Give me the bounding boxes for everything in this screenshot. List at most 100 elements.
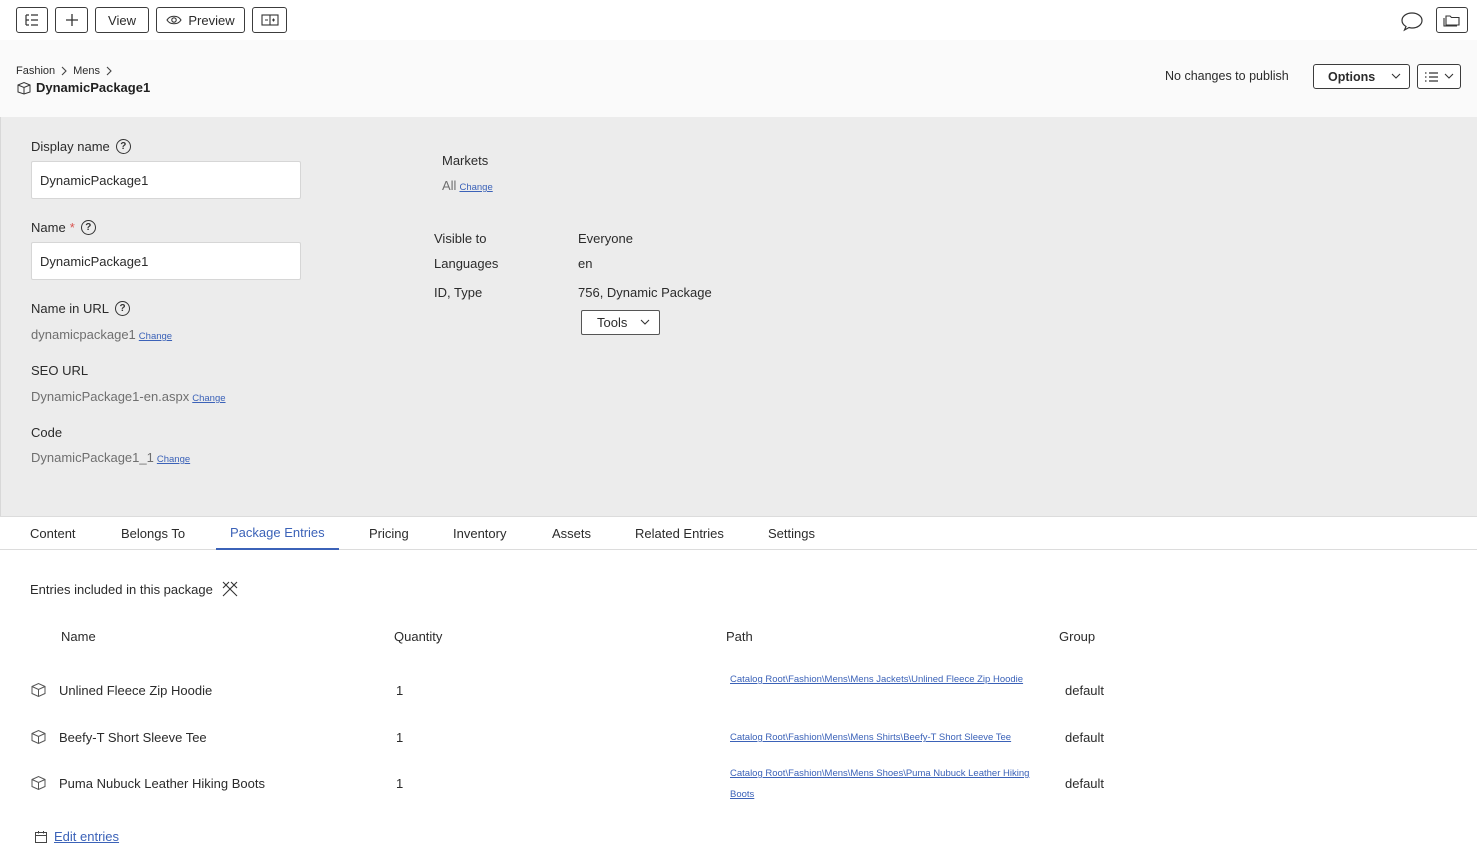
code-change-link[interactable]: Change — [157, 454, 190, 465]
breadcrumb-item-mens[interactable]: Mens — [73, 65, 100, 77]
table-row[interactable]: Beefy-T Short Sleeve Tee — [30, 729, 207, 745]
view-button[interactable]: View — [95, 7, 149, 33]
column-header-path: Path — [726, 629, 753, 644]
edit-entries-label: Edit entries — [54, 829, 120, 844]
tab-package-entries[interactable]: Package Entries — [216, 517, 339, 550]
column-header-quantity: Quantity — [394, 629, 443, 644]
properties-panel: Display name ? Name * ? Name in URL ? dy… — [0, 117, 1477, 516]
table-row[interactable]: Puma Nubuck Leather Hiking Boots — [30, 775, 265, 791]
breadcrumb: Fashion Mens — [16, 65, 114, 77]
publish-status: No changes to publish — [1165, 69, 1289, 83]
id-type-label: ID, Type — [434, 285, 483, 300]
name-in-url-label-text: Name in URL — [31, 301, 110, 316]
name-label-text: Name — [31, 220, 66, 235]
display-name-input[interactable] — [31, 161, 301, 199]
column-header-name: Name — [61, 629, 96, 644]
compare-button[interactable] — [252, 7, 287, 33]
add-button[interactable] — [55, 7, 88, 33]
calendar-edit-icon — [35, 830, 47, 843]
entry-name: Unlined Fleece Zip Hoodie — [59, 682, 213, 698]
tree-toggle-button[interactable] — [16, 7, 48, 33]
name-input[interactable] — [31, 242, 301, 280]
tab-inventory[interactable]: Inventory — [453, 517, 506, 550]
entries-title-text: Entries included in this package — [30, 581, 213, 597]
seo-url-text: DynamicPackage1-en.aspx — [31, 389, 190, 404]
list-icon — [1425, 71, 1438, 82]
markets-label: Markets — [442, 153, 489, 168]
edit-entries-link[interactable]: Edit entries — [34, 829, 119, 844]
tab-pricing[interactable]: Pricing — [369, 517, 409, 550]
folders-icon — [1443, 15, 1460, 27]
entry-path-link[interactable]: Catalog Root\Fashion\Mens\Mens Jackets\U… — [730, 669, 1050, 690]
entry-group: default — [1065, 730, 1105, 745]
visible-to-value: Everyone — [578, 231, 633, 246]
chevron-down-icon — [640, 319, 650, 325]
tab-content[interactable]: Content — [30, 517, 76, 550]
view-button-label: View — [108, 12, 136, 28]
options-dropdown[interactable]: Options — [1313, 64, 1410, 89]
product-box-icon — [31, 682, 46, 698]
preview-button-label: Preview — [188, 12, 235, 28]
id-type-value: 756, Dynamic Package — [578, 285, 712, 300]
markets-value: All Change — [442, 178, 493, 193]
display-name-label: Display name ? — [31, 139, 131, 154]
chevron-down-icon — [1444, 73, 1454, 79]
name-in-url-value: dynamicpackage1 Change — [31, 327, 172, 342]
seo-url-label: SEO URL — [31, 363, 88, 378]
seo-url-label-text: SEO URL — [31, 363, 89, 378]
markets-text: All — [442, 178, 457, 193]
table-row[interactable]: Unlined Fleece Zip Hoodie — [30, 682, 212, 698]
plus-icon — [65, 14, 78, 26]
help-icon[interactable]: ? — [115, 139, 131, 154]
chevron-down-icon — [1391, 73, 1401, 79]
markets-change-link[interactable]: Change — [459, 182, 492, 193]
entries-section-title: Entries included in this package — [30, 580, 239, 598]
top-toolbar: View Preview — [0, 0, 1477, 40]
compare-icon — [260, 14, 279, 26]
comments-button[interactable] — [1400, 10, 1424, 35]
entry-quantity: 1 — [396, 776, 404, 791]
tab-belongs-to[interactable]: Belongs To — [121, 517, 185, 550]
assets-pane-button[interactable] — [1436, 7, 1468, 33]
help-icon[interactable]: ? — [115, 301, 131, 316]
seo-url-value: DynamicPackage1-en.aspx Change — [31, 389, 226, 404]
name-in-url-label: Name in URL ? — [31, 301, 131, 316]
entry-group: default — [1065, 683, 1105, 698]
tools-dropdown[interactable]: Tools — [581, 310, 660, 335]
product-box-icon — [31, 729, 46, 745]
chat-bubble-icon — [1401, 12, 1423, 32]
pins-icon[interactable] — [221, 580, 239, 598]
preview-button[interactable]: Preview — [156, 7, 245, 33]
languages-label: Languages — [434, 256, 499, 271]
entry-name: Beefy-T Short Sleeve Tee — [59, 729, 207, 745]
languages-value: en — [578, 256, 593, 271]
page-header: Fashion Mens DynamicPackage1 No changes … — [0, 40, 1477, 117]
code-label-text: Code — [31, 425, 63, 440]
name-in-url-text: dynamicpackage1 — [31, 327, 136, 342]
help-icon[interactable]: ? — [80, 220, 96, 235]
chevron-right-icon — [61, 66, 67, 76]
tools-label: Tools — [597, 315, 628, 330]
list-options-dropdown[interactable] — [1417, 64, 1461, 89]
page-title-text: DynamicPackage1 — [36, 80, 151, 95]
code-label: Code — [31, 425, 62, 440]
package-icon — [17, 81, 31, 95]
tab-bar: Content Belongs To Package Entries Prici… — [0, 516, 1477, 550]
eye-icon — [166, 15, 183, 25]
seo-url-change-link[interactable]: Change — [192, 393, 225, 404]
tree-list-icon — [25, 14, 38, 26]
entry-quantity: 1 — [396, 730, 404, 745]
chevron-right-icon — [106, 66, 112, 76]
options-label: Options — [1328, 69, 1376, 84]
product-box-icon — [31, 775, 46, 791]
entry-path-link[interactable]: Catalog Root\Fashion\Mens\Mens Shoes\Pum… — [730, 763, 1040, 805]
column-header-group: Group — [1059, 629, 1096, 644]
code-text: DynamicPackage1_1 — [31, 450, 154, 465]
visible-to-label: Visible to — [434, 231, 487, 246]
tab-settings[interactable]: Settings — [768, 517, 815, 550]
entry-path-link[interactable]: Catalog Root\Fashion\Mens\Mens Shirts\Be… — [730, 727, 1060, 748]
tab-related-entries[interactable]: Related Entries — [635, 517, 724, 550]
name-in-url-change-link[interactable]: Change — [139, 331, 172, 342]
tab-assets[interactable]: Assets — [552, 517, 591, 550]
breadcrumb-item-fashion[interactable]: Fashion — [16, 65, 55, 77]
